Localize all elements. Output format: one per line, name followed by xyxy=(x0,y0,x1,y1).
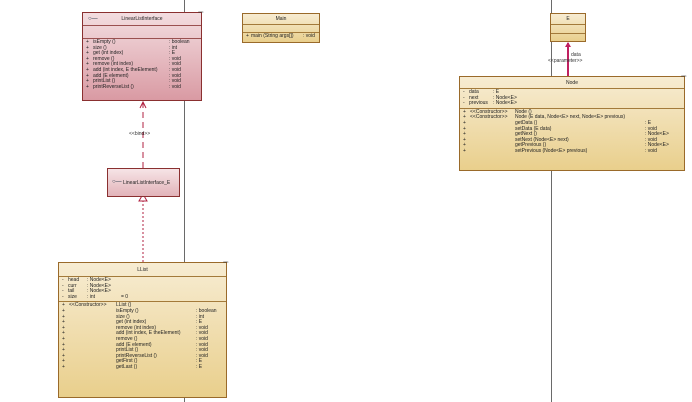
visibility-marker: + xyxy=(86,83,89,90)
attribute-name: previous xyxy=(469,100,488,107)
operation-row[interactable]: + printReverseList () : void xyxy=(85,83,199,91)
node-class[interactable]: ▫▫▫ Node - data: E - next: Node<E> - previous… xyxy=(459,74,686,171)
visibility-marker: + xyxy=(62,363,65,370)
return-type: : void xyxy=(169,83,181,90)
return-type: : void xyxy=(303,33,315,39)
operation-row[interactable]: + setPrevious (Node<E> previous) : void xyxy=(462,147,682,155)
operation-signature: getLast () xyxy=(116,363,138,370)
class-name: Node xyxy=(566,79,578,86)
class-name: E xyxy=(566,16,570,22)
visibility-marker: + xyxy=(463,147,466,154)
operation-row[interactable]: + getLast () : E xyxy=(61,363,224,371)
operation-signature: setPrevious (Node<E> previous) xyxy=(515,147,588,154)
attribute-row[interactable]: - size : int = 0 xyxy=(61,293,224,301)
attributes-compartment: - head: Node<E> - curr: Node<E> - tail: Node<… xyxy=(59,277,226,303)
class-name: LList xyxy=(137,266,148,273)
attributes-compartment: - data: E - next: Node<E> - previous: Node<E> xyxy=(460,89,684,109)
visibility-marker: - xyxy=(62,293,64,300)
initial-value: = 0 xyxy=(121,293,129,300)
linear-list-interface-class[interactable]: ▫▫▫ ○— LinearListInterface + isEmpty (): … xyxy=(82,10,203,101)
bound-interface[interactable]: ○— LinearListInterface_E xyxy=(107,168,180,197)
return-type: : E xyxy=(196,363,203,370)
bound-interface-name: LinearListInterface_E xyxy=(123,180,171,186)
attributes-compartment xyxy=(243,25,319,33)
operations-compartment: + <<Constructor>> LList () + isEmpty (): boo… xyxy=(59,302,226,371)
e-class[interactable]: E xyxy=(550,13,586,42)
association-stereotype-label: <<parameter>> xyxy=(548,58,583,64)
attribute-name: size xyxy=(68,293,77,300)
operations-compartment: + <<Constructor>> Node () + <<Constructor>> N… xyxy=(460,109,684,156)
class-name: Main xyxy=(275,16,287,22)
operation-row[interactable]: + main (String args[]) : void xyxy=(245,33,317,40)
operations-compartment: + isEmpty (): boolean + size (): int + get (i… xyxy=(83,39,201,91)
operation-signature: printReverseList () xyxy=(93,83,134,90)
bind-label: <<bind>> xyxy=(129,131,151,137)
lollipop-icon: ○— xyxy=(112,179,122,185)
attribute-type: : int xyxy=(87,293,96,300)
visibility-marker: - xyxy=(463,100,465,107)
bind-arrowhead xyxy=(139,100,147,109)
llist-class[interactable]: ▫▫▫ LList - head: Node<E> - curr: Node<E> - t… xyxy=(58,260,228,398)
attributes-compartment xyxy=(83,26,201,39)
operation-signature: main (String args[]) xyxy=(251,33,294,39)
attribute-type: : Node<E> xyxy=(493,100,517,107)
attribute-row[interactable]: - previous : Node<E> xyxy=(462,101,682,107)
operations-compartment: + main (String args[]) : void xyxy=(243,33,319,41)
return-type: : void xyxy=(645,147,657,154)
attributes-compartment xyxy=(551,25,585,34)
visibility-marker: + xyxy=(246,33,249,39)
main-class[interactable]: Main + main (String args[]) : void xyxy=(242,13,320,43)
operations-compartment xyxy=(551,34,585,41)
class-name: LinearListInterface xyxy=(121,16,163,22)
association-arrowhead xyxy=(565,42,571,47)
